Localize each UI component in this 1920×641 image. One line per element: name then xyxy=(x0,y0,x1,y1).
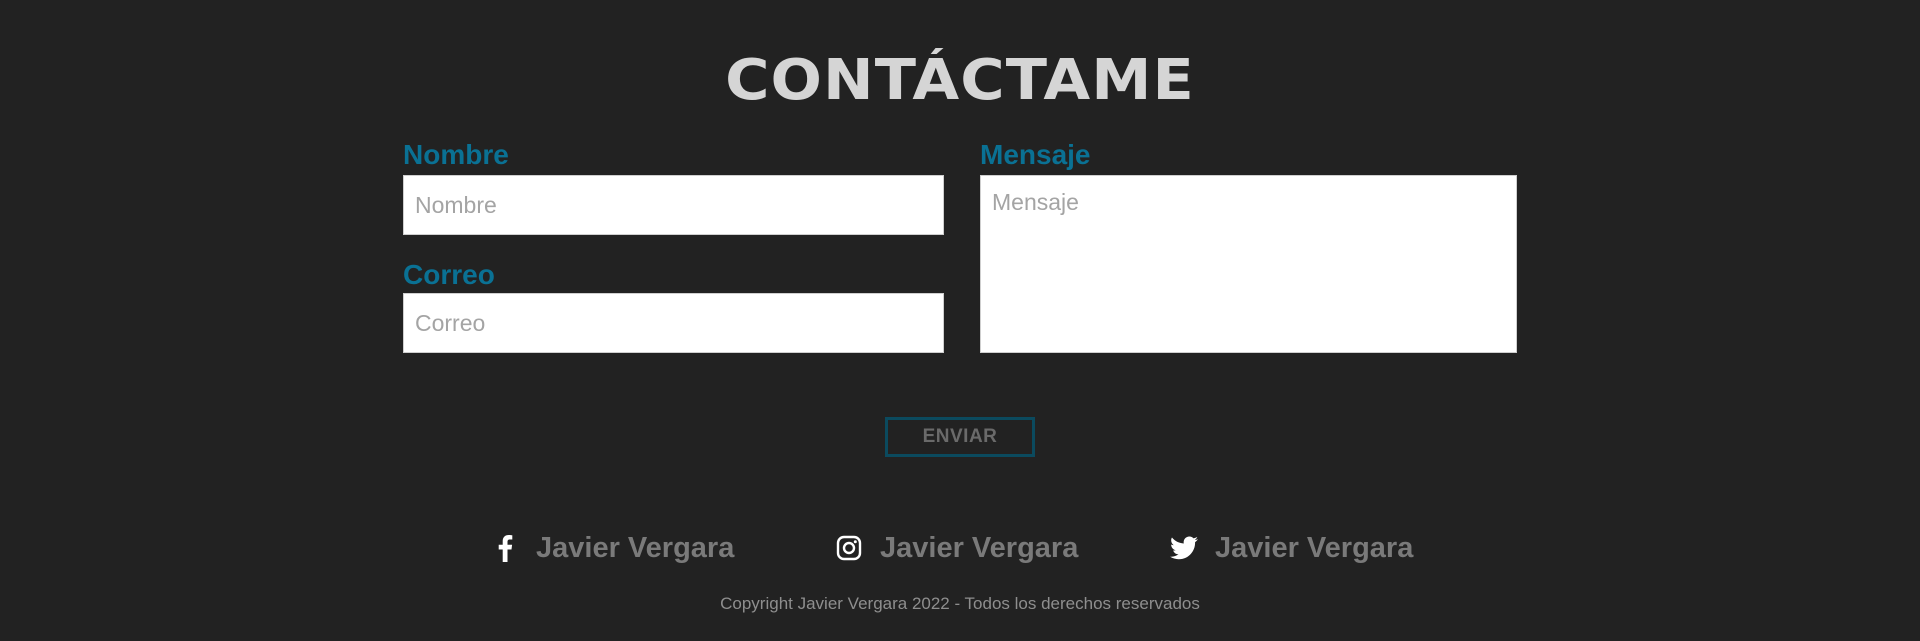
send-button[interactable]: ENVIAR xyxy=(885,417,1035,457)
copyright-text: Copyright Javier Vergara 2022 - Todos lo… xyxy=(720,594,1200,613)
contact-page: CONTÁCTAME Nombre Correo Mensaje ENVIAR … xyxy=(0,0,1920,641)
twitter-name: Javier Vergara xyxy=(1215,531,1414,564)
email-input[interactable] xyxy=(403,293,944,353)
instagram-icon xyxy=(834,533,864,563)
email-label: Correo xyxy=(403,259,495,290)
name-input[interactable] xyxy=(403,175,944,235)
twitter-link[interactable]: Javier Vergara xyxy=(1169,528,1413,568)
message-label: Mensaje xyxy=(980,139,1091,170)
facebook-link[interactable]: Javier Vergara xyxy=(490,528,734,568)
facebook-icon xyxy=(490,533,520,563)
twitter-icon xyxy=(1169,533,1199,563)
instagram-link[interactable]: Javier Vergara xyxy=(834,528,1078,568)
instagram-name: Javier Vergara xyxy=(880,531,1079,564)
page-title: CONTÁCTAME xyxy=(725,48,1195,113)
message-textarea[interactable] xyxy=(980,175,1517,353)
name-label: Nombre xyxy=(403,139,509,170)
facebook-name: Javier Vergara xyxy=(536,531,735,564)
